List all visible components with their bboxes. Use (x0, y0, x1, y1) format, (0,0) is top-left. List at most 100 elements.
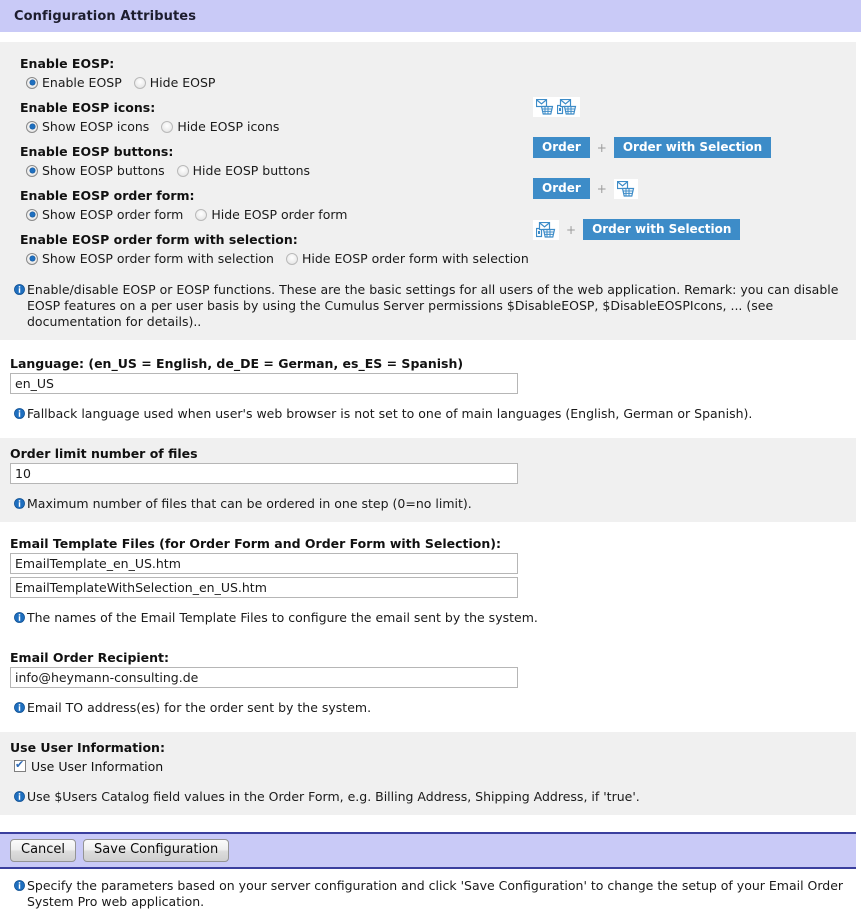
use-user-information-checkbox-row[interactable]: Use User Information (0, 757, 856, 775)
spacer (0, 32, 861, 42)
language-section: Language: (en_US = English, de_DE = Germ… (0, 354, 856, 432)
spacer (0, 340, 861, 354)
email-recipient-section: Email Order Recipient: Email TO address(… (0, 642, 856, 726)
radio-off-icon[interactable] (195, 208, 208, 221)
radio-option-hide-eosp-buttons[interactable]: Hide EOSP buttons (176, 163, 311, 178)
radio-option-hide-eosp-icons[interactable]: Hide EOSP icons (161, 119, 279, 134)
radio-option-hide-eosp-order-form-selection[interactable]: Hide EOSP order form with selection (285, 251, 529, 266)
info-icon (14, 702, 25, 713)
language-label: Language: (en_US = English, de_DE = Germ… (10, 356, 464, 371)
email-templates-section: Email Template Files (for Order Form and… (0, 528, 856, 636)
email-templates-note: The names of the Email Template Files to… (0, 610, 856, 626)
radio-on-icon[interactable] (26, 208, 38, 221)
radio-on-icon[interactable] (26, 164, 38, 177)
info-icon (14, 408, 25, 419)
info-icon (14, 880, 25, 891)
eosp-note: Enable/disable EOSP or EOSP functions. T… (0, 282, 856, 330)
order-button-preview[interactable]: Order (533, 137, 590, 158)
footer-note: Specify the parameters based on your ser… (0, 869, 861, 910)
checkbox-checked-icon[interactable] (14, 758, 26, 772)
order-limit-input[interactable] (10, 463, 518, 484)
order-limit-note: Maximum number of files that can be orde… (0, 496, 856, 512)
email-template-with-selection-input[interactable] (10, 577, 518, 598)
radio-option-hide-eosp-order-form[interactable]: Hide EOSP order form (195, 207, 347, 222)
order-basket-selection-icon (533, 219, 559, 240)
note-text: Specify the parameters based on your ser… (27, 878, 844, 909)
radio-group: Enable EOSP Hide EOSP (0, 73, 856, 92)
info-icon (14, 612, 25, 623)
preview-icons-row (533, 97, 580, 117)
order-limit-section: Order limit number of files Maximum numb… (0, 438, 856, 522)
radio-label: Show EOSP order form (42, 207, 184, 222)
radio-option-show-eosp-icons[interactable]: Show EOSP icons (26, 119, 149, 134)
order-basket-icon (613, 178, 638, 199)
radio-option-enable-eosp[interactable]: Enable EOSP (26, 75, 122, 90)
save-configuration-button[interactable]: Save Configuration (83, 839, 230, 862)
radio-on-icon[interactable] (26, 76, 38, 89)
radio-on-icon[interactable] (26, 120, 38, 133)
plus-separator: + (596, 181, 607, 196)
order-with-selection-button-preview[interactable]: Order with Selection (583, 219, 741, 240)
use-user-information-label: Use User Information: (10, 740, 165, 755)
note-text: Fallback language used when user's web b… (27, 406, 753, 421)
radio-option-show-eosp-buttons[interactable]: Show EOSP buttons (26, 163, 165, 178)
icon-group (533, 97, 580, 117)
info-icon (14, 791, 25, 802)
radio-label: Hide EOSP buttons (192, 163, 311, 178)
plus-separator: + (596, 140, 607, 155)
radio-label: Hide EOSP order form with selection (301, 251, 529, 266)
page-title: Configuration Attributes (14, 8, 197, 24)
note-text: Enable/disable EOSP or EOSP functions. T… (27, 282, 839, 329)
radio-off-icon[interactable] (133, 76, 146, 89)
eosp-group-enable: Enable EOSP: Enable EOSP Hide EOSP (0, 56, 856, 92)
info-icon (14, 284, 25, 295)
cancel-button[interactable]: Cancel (10, 839, 77, 862)
language-note: Fallback language used when user's web b… (0, 406, 856, 422)
radio-group: Show EOSP icons Hide EOSP icons (0, 117, 856, 136)
action-bar: Cancel Save Configuration (0, 834, 856, 867)
radio-label: Hide EOSP icons (177, 119, 280, 134)
radio-label: Hide EOSP (149, 75, 216, 90)
radio-option-show-eosp-order-form-selection[interactable]: Show EOSP order form with selection (26, 251, 274, 266)
preview-order-form-row: Order + (533, 178, 638, 199)
eosp-settings-section: Enable EOSP: Enable EOSP Hide EOSP Enabl… (0, 42, 856, 340)
order-button-preview[interactable]: Order (533, 178, 590, 199)
plus-separator: + (566, 222, 577, 237)
order-with-selection-button-preview[interactable]: Order with Selection (613, 137, 772, 158)
use-user-information-section: Use User Information: Use User Informati… (0, 732, 856, 815)
radio-on-icon[interactable] (26, 252, 38, 265)
info-icon (14, 498, 25, 509)
order-basket-selection-icon (556, 98, 577, 115)
email-recipient-note: Email TO address(es) for the order sent … (0, 700, 856, 716)
radio-off-icon[interactable] (161, 120, 174, 133)
note-text: Email TO address(es) for the order sent … (27, 700, 372, 715)
email-templates-label: Email Template Files (for Order Form and… (10, 536, 501, 551)
radio-label: Show EOSP order form with selection (42, 251, 274, 266)
language-input[interactable] (10, 373, 518, 394)
checkbox-label: Use User Information (31, 758, 164, 774)
window-title-bar: Configuration Attributes (0, 0, 861, 32)
radio-off-icon[interactable] (285, 252, 298, 265)
radio-label: Enable EOSP (42, 75, 122, 90)
radio-label: Show EOSP buttons (42, 163, 165, 178)
radio-option-show-eosp-order-form[interactable]: Show EOSP order form (26, 207, 183, 222)
group-label: Enable EOSP order form: (20, 188, 195, 203)
email-recipient-input[interactable] (10, 667, 518, 688)
email-recipient-label: Email Order Recipient: (10, 650, 170, 665)
group-label: Enable EOSP icons: (20, 100, 156, 115)
email-template-input[interactable] (10, 553, 518, 574)
preview-buttons-row: Order + Order with Selection (533, 137, 772, 158)
radio-off-icon[interactable] (176, 164, 189, 177)
group-label: Enable EOSP: (20, 56, 115, 71)
note-text: Use $Users Catalog field values in the O… (27, 789, 640, 804)
use-user-information-note: Use $Users Catalog field values in the O… (0, 789, 856, 805)
radio-option-hide-eosp[interactable]: Hide EOSP (133, 75, 216, 90)
preview-order-form-selection-row: + Order with Selection (533, 219, 741, 240)
note-text: Maximum number of files that can be orde… (27, 496, 472, 511)
radio-label: Show EOSP icons (42, 119, 150, 134)
order-limit-label: Order limit number of files (10, 446, 198, 461)
note-text: The names of the Email Template Files to… (27, 610, 538, 625)
spacer (0, 815, 861, 832)
radio-group: Show EOSP order form with selection Hide… (0, 249, 856, 268)
radio-label: Hide EOSP order form (211, 207, 348, 222)
